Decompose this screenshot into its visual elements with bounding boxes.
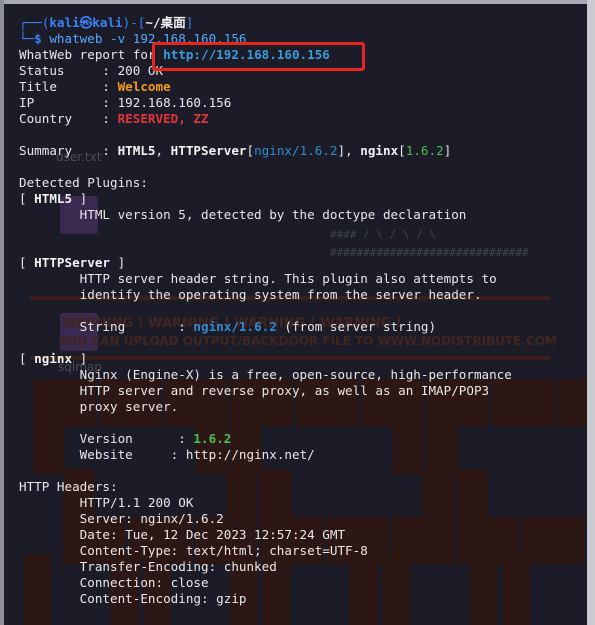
- plugin-httpserver-header: [ HTTPServer ]: [19, 255, 126, 270]
- nginx-version-line: Version : 1.6.2: [79, 431, 232, 446]
- plugin-html5-header: [ HTML5 ]: [19, 191, 88, 206]
- prompt-cwd: ~/桌面: [145, 15, 186, 30]
- annotation-highlight-box: [152, 42, 365, 71]
- nginx-website-line: Website : http://nginx.net/: [79, 447, 315, 462]
- version-value: 1.6.2: [193, 431, 232, 446]
- summary-httpserver-value: nginx/1.6.2: [254, 143, 338, 158]
- header-line: HTTP/1.1 200 OK: [79, 495, 194, 510]
- summary-line: Summary : HTML5, HTTPServer[nginx/1.6.2]…: [19, 143, 452, 158]
- country-label: Country: [19, 111, 73, 126]
- prompt-close: ]: [185, 15, 194, 30]
- website-value: http://nginx.net/: [185, 447, 315, 462]
- plugin-nginx-desc: proxy server.: [79, 399, 179, 414]
- prompt-at: ㉿: [79, 15, 93, 30]
- plugin-nginx-name: nginx: [34, 351, 73, 366]
- plugin-html5-desc: HTML version 5, detected by the doctype …: [19, 207, 587, 223]
- ip-label: IP: [19, 95, 35, 110]
- prompt-host: kali: [92, 15, 123, 30]
- plugin-nginx-desc: Nginx (Engine-X) is a free, open-source,…: [79, 367, 512, 382]
- string-label: String: [79, 319, 126, 334]
- string-value: nginx/1.6.2: [193, 319, 277, 334]
- prompt-symbol: $: [34, 31, 50, 46]
- header-line: Server: nginx/1.6.2: [79, 511, 224, 526]
- headers-heading: HTTP Headers:: [19, 479, 118, 494]
- string-note: (from server string): [284, 319, 437, 334]
- prompt-corner: └─: [19, 31, 35, 46]
- version-label: Version: [79, 431, 133, 446]
- plugin-html5-desc-text: HTML version 5, detected by the doctype …: [79, 207, 467, 222]
- plugin-httpserver-string: String : nginx/1.6.2 (from server string…: [79, 319, 437, 334]
- prompt-corner: ┌──(: [19, 15, 50, 30]
- plugin-httpserver-desc: identify the operating system from the s…: [79, 287, 482, 302]
- plugin-nginx-desc: HTTP server and reverse proxy, as well a…: [79, 383, 490, 398]
- summary-nginx-value: 1.6.2: [405, 143, 444, 158]
- terminal-output[interactable]: ┌──(kali㉿kali)-[~/桌面] └─$ whatweb -v 192…: [19, 15, 587, 607]
- plugin-nginx-header: [ nginx ]: [19, 351, 88, 366]
- title-line: Title : Welcome: [19, 79, 171, 94]
- summary-httpserver: HTTPServer: [170, 143, 247, 158]
- header-line: Content-Encoding: gzip: [79, 591, 247, 606]
- summary-nginx: nginx: [360, 143, 399, 158]
- website-label: Website: [79, 447, 133, 462]
- ip-line: IP : 192.168.160.156: [19, 95, 232, 110]
- country-line: Country : RESERVED, ZZ: [19, 111, 209, 126]
- prompt-line: ┌──(kali㉿kali)-[~/桌面]: [19, 15, 587, 31]
- header-line: Transfer-Encoding: chunked: [79, 559, 277, 574]
- country-value: RESERVED, ZZ: [117, 111, 209, 126]
- title-label: Title: [19, 79, 57, 94]
- report-header-label: WhatWeb report for: [19, 47, 156, 62]
- plugin-httpserver-desc: HTTP server header string. This plugin a…: [79, 271, 497, 286]
- plugins-heading: Detected Plugins:: [19, 175, 148, 190]
- plugin-html5-name: HTML5: [34, 191, 73, 206]
- header-line: Connection: close: [79, 575, 209, 590]
- plugin-httpserver-name: HTTPServer: [34, 255, 110, 270]
- summary-html5: HTML5: [117, 143, 156, 158]
- header-line: Content-Type: text/html; charset=UTF-8: [79, 543, 368, 558]
- summary-label: Summary: [19, 143, 73, 158]
- ip-value: 192.168.160.156: [117, 95, 232, 110]
- status-label: Status: [19, 63, 65, 78]
- prompt-sep: )-[: [122, 15, 146, 30]
- prompt-user: kali: [49, 15, 80, 30]
- window-right-border: [587, 0, 595, 625]
- title-value: Welcome: [117, 79, 171, 94]
- header-line: Date: Tue, 12 Dec 2023 12:57:24 GMT: [79, 527, 346, 542]
